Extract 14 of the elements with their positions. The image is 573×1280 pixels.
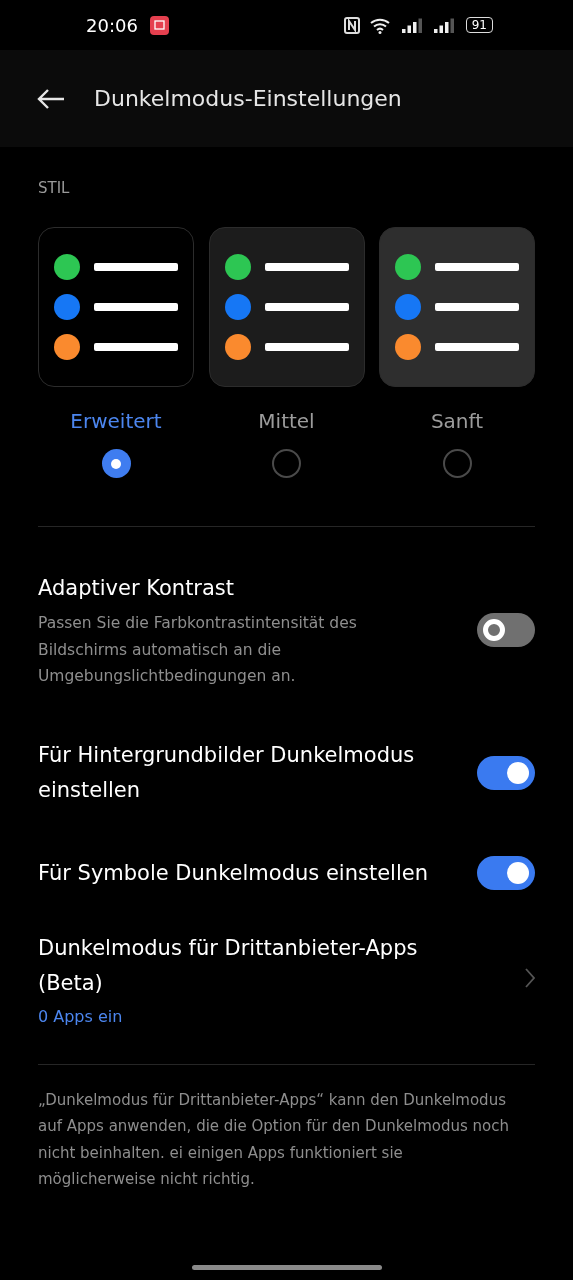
style-option-label: Erweitert — [70, 409, 162, 433]
status-time: 20:06 — [86, 14, 138, 36]
page-title: Dunkelmodus-Einstellungen — [94, 86, 402, 111]
setting-title: Für Symbole Dunkelmodus einstellen — [38, 859, 429, 887]
style-option-label: Sanft — [430, 409, 484, 433]
setting-status: 0 Apps ein — [38, 1006, 124, 1026]
footer-note: „Dunkelmodus für Drittanbieter-Apps“ kann den Dunkelmodus auf Apps anwenden, die die Option für den Dunkelmodus noch nicht beinhalten. ei einigen Apps funktioniert sie möglicherweise nicht richtig. — [38, 1089, 511, 1190]
battery-indicator: 91 — [465, 17, 493, 33]
setting-description: Passen Sie die Farbkontrastintensität des Bildschirms automatisch an die Umgebungslichtbedingungen an. — [38, 613, 358, 687]
setting-title: Adaptiver Kontrast — [38, 575, 236, 602]
setting-title: Dunkelmodus für Drittanbieter-Apps (Beta) — [38, 934, 419, 997]
setting-title: Für Hintergrundbilder Dunkelmodus einstellen — [38, 741, 416, 804]
section-heading: STIL — [38, 179, 71, 197]
style-option-label: Mittel — [258, 409, 315, 433]
